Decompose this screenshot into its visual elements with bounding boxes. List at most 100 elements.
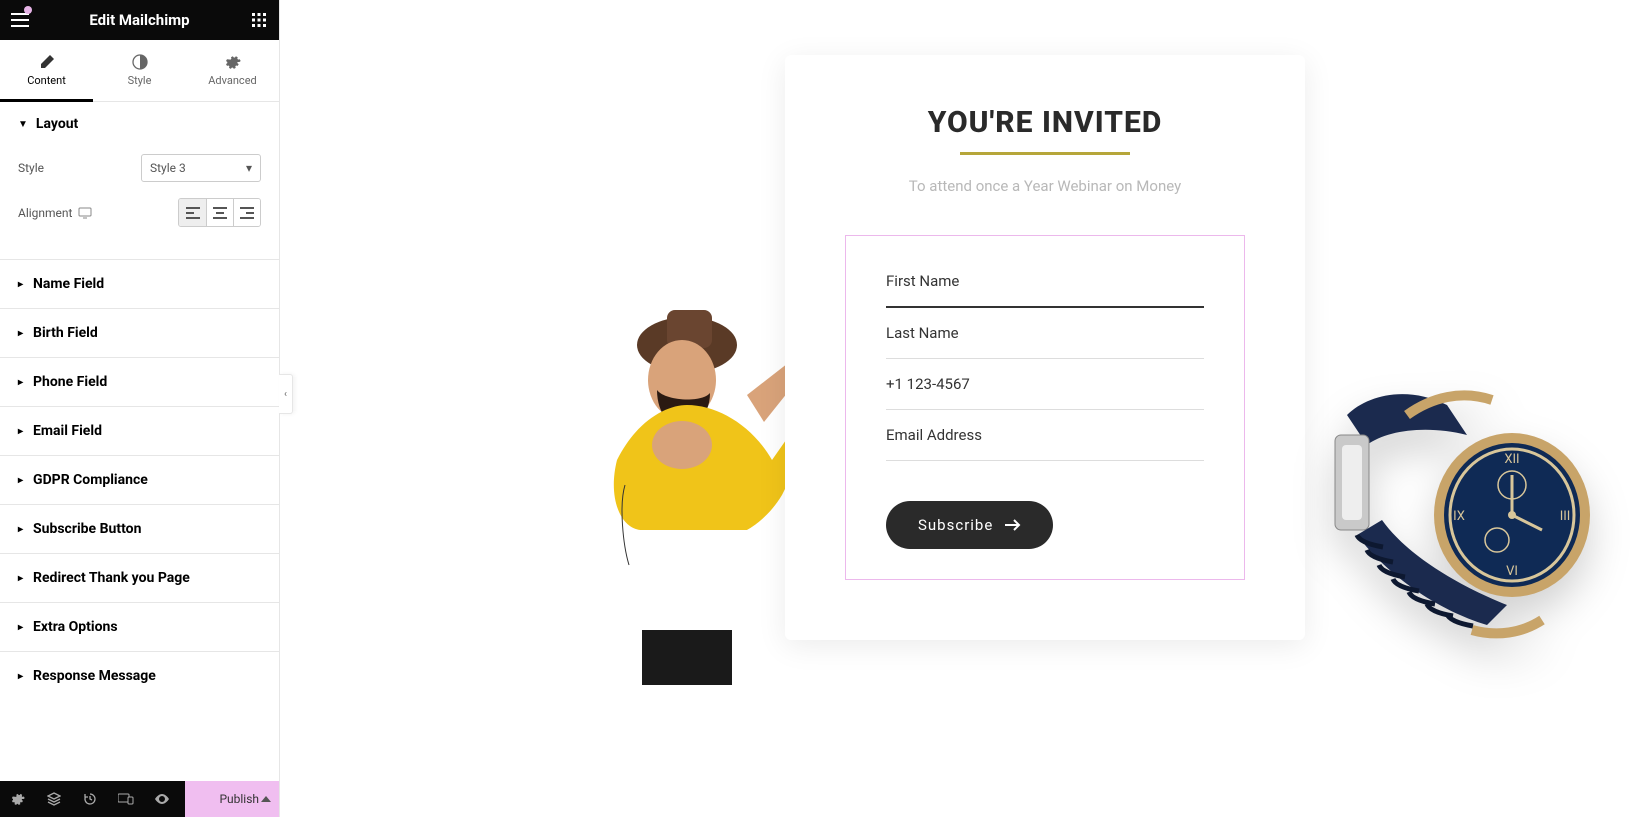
caret-right-icon: ▸ xyxy=(18,573,23,584)
accordion-subscribe-button[interactable]: ▸ Subscribe Button xyxy=(0,504,279,553)
grid-icon xyxy=(252,13,266,27)
responsive-button[interactable] xyxy=(108,781,144,817)
accordion-phone-field[interactable]: ▸ Phone Field xyxy=(0,357,279,406)
style-select[interactable]: Style 3 ▾ xyxy=(141,154,261,182)
editor-tabs: Content Style Advanced xyxy=(0,40,279,102)
gear-icon xyxy=(225,54,241,70)
align-center-icon xyxy=(213,207,227,219)
desktop-icon[interactable] xyxy=(78,207,92,219)
chevron-up-icon xyxy=(261,796,271,802)
align-right-icon xyxy=(240,207,254,219)
section-title: Layout xyxy=(36,116,78,132)
caret-right-icon: ▸ xyxy=(18,426,23,437)
section-layout-header[interactable]: ▼ Layout xyxy=(0,102,279,146)
panel-title: Edit Mailchimp xyxy=(40,11,239,29)
accordion-extra-options[interactable]: ▸ Extra Options xyxy=(0,602,279,651)
collapse-sidebar-button[interactable]: ‹ xyxy=(279,374,293,414)
accordion-gdpr-compliance[interactable]: ▸ GDPR Compliance xyxy=(0,455,279,504)
panel-scroll[interactable]: ▼ Layout Style Style 3 ▾ Alignment xyxy=(0,102,279,781)
layers-icon xyxy=(47,792,61,806)
svg-text:IX: IX xyxy=(1453,509,1465,524)
navigator-button[interactable] xyxy=(36,781,72,817)
chevron-down-icon: ▾ xyxy=(246,161,252,175)
accordion-label: Redirect Thank you Page xyxy=(33,570,190,586)
accordion-name-field[interactable]: ▸ Name Field xyxy=(0,259,279,308)
widgets-grid-button[interactable] xyxy=(239,0,279,40)
control-style-row: Style Style 3 ▾ xyxy=(0,146,279,190)
accordion-label: Extra Options xyxy=(33,619,118,635)
align-left-icon xyxy=(186,207,200,219)
caret-right-icon: ▸ xyxy=(18,524,23,535)
pencil-icon xyxy=(39,54,55,70)
form-selection-outline[interactable]: Subscribe xyxy=(845,235,1245,580)
tab-label: Content xyxy=(27,74,66,87)
align-right-button[interactable] xyxy=(233,199,260,226)
chevron-left-icon: ‹ xyxy=(284,389,287,400)
contrast-icon xyxy=(132,54,148,70)
accordion-label: Birth Field xyxy=(33,325,98,341)
tab-label: Style xyxy=(128,74,152,87)
caret-right-icon: ▸ xyxy=(18,377,23,388)
align-center-button[interactable] xyxy=(206,199,233,226)
svg-text:XII: XII xyxy=(1504,452,1519,467)
accordion-label: Subscribe Button xyxy=(33,521,141,537)
notification-dot-icon xyxy=(24,6,32,14)
accordion-response-message[interactable]: ▸ Response Message xyxy=(0,651,279,700)
accordion-label: Email Field xyxy=(33,423,102,439)
accordion-birth-field[interactable]: ▸ Birth Field xyxy=(0,308,279,357)
title-underline xyxy=(960,152,1130,155)
last-name-input[interactable] xyxy=(886,308,1204,359)
caret-right-icon: ▸ xyxy=(18,279,23,290)
caret-right-icon: ▸ xyxy=(18,622,23,633)
accordion-email-field[interactable]: ▸ Email Field xyxy=(0,406,279,455)
settings-button[interactable] xyxy=(0,781,36,817)
gear-icon xyxy=(11,792,25,806)
subscribe-label: Subscribe xyxy=(918,516,993,534)
form-title: YOU'RE INVITED xyxy=(845,105,1245,140)
panel-footer: Publish xyxy=(0,781,279,817)
preview-button[interactable] xyxy=(144,781,180,817)
first-name-input[interactable] xyxy=(886,256,1204,308)
caret-right-icon: ▸ xyxy=(18,328,23,339)
tab-advanced[interactable]: Advanced xyxy=(186,40,279,101)
person-illustration xyxy=(547,280,807,685)
accordion-label: Response Message xyxy=(33,668,156,684)
eye-icon xyxy=(154,794,170,804)
svg-text:VI: VI xyxy=(1506,564,1518,579)
svg-text:III: III xyxy=(1560,509,1571,524)
email-input[interactable] xyxy=(886,410,1204,461)
active-tab-indicator xyxy=(0,99,93,102)
tab-style[interactable]: Style xyxy=(93,40,186,101)
arrow-right-icon xyxy=(1005,519,1021,531)
caret-down-icon: ▼ xyxy=(18,119,28,130)
caret-right-icon: ▸ xyxy=(18,475,23,486)
publish-label: Publish xyxy=(219,792,259,806)
accordion-label: Phone Field xyxy=(33,374,107,390)
accordion-label: Name Field xyxy=(33,276,104,292)
align-left-button[interactable] xyxy=(179,199,206,226)
control-label: Style xyxy=(18,161,141,175)
editor-sidebar: Edit Mailchimp Content Style Advanced ▼ … xyxy=(0,0,280,817)
hamburger-icon xyxy=(11,13,29,27)
subscribe-button[interactable]: Subscribe xyxy=(886,501,1053,549)
history-icon xyxy=(83,792,97,806)
control-label: Alignment xyxy=(18,206,178,220)
devices-icon xyxy=(118,793,134,805)
phone-input[interactable] xyxy=(886,359,1204,410)
history-button[interactable] xyxy=(72,781,108,817)
accordion-redirect-page[interactable]: ▸ Redirect Thank you Page xyxy=(0,553,279,602)
alignment-choices xyxy=(178,198,261,227)
accordion-label: GDPR Compliance xyxy=(33,472,148,488)
tab-content[interactable]: Content xyxy=(0,40,93,101)
control-alignment-row: Alignment xyxy=(0,190,279,235)
form-subtitle: To attend once a Year Webinar on Money xyxy=(845,177,1245,195)
tab-label: Advanced xyxy=(208,74,256,87)
caret-right-icon: ▸ xyxy=(18,671,23,682)
preview-canvas[interactable]: YOU'RE INVITED To attend once a Year Web… xyxy=(280,0,1647,817)
watch-illustration: XII III VI IX xyxy=(1297,375,1597,665)
menu-button[interactable] xyxy=(0,0,40,40)
select-value: Style 3 xyxy=(150,161,186,175)
form-card: YOU'RE INVITED To attend once a Year Web… xyxy=(785,55,1305,640)
publish-button[interactable]: Publish xyxy=(185,781,279,817)
panel-header: Edit Mailchimp xyxy=(0,0,279,40)
